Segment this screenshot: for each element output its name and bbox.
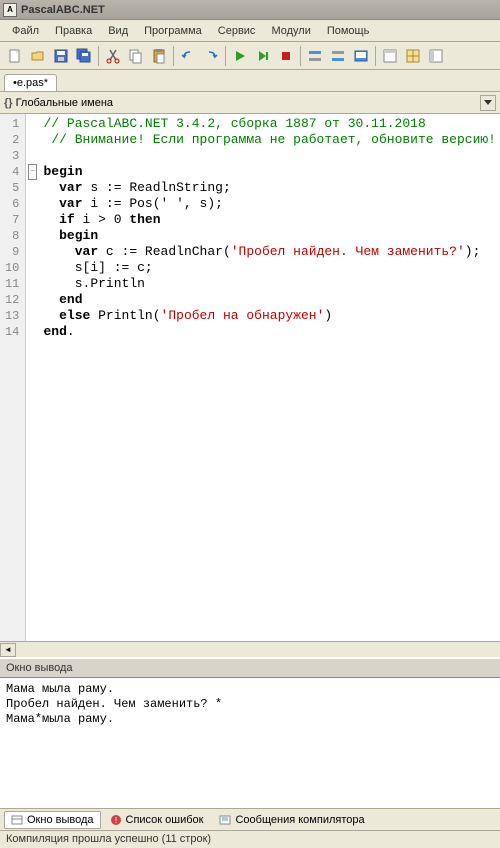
errors-icon: ! xyxy=(110,814,122,826)
tab-errors[interactable]: ! Список ошибок xyxy=(103,811,211,829)
output-icon xyxy=(11,814,23,826)
cut-button[interactable] xyxy=(102,45,124,67)
output-panel[interactable]: Мама мыла раму. Пробел найден. Чем замен… xyxy=(0,678,500,808)
save-all-button[interactable] xyxy=(73,45,95,67)
step-into-button[interactable] xyxy=(304,45,326,67)
terminal-button[interactable] xyxy=(350,45,372,67)
step-over-button[interactable] xyxy=(327,45,349,67)
bottom-tabbar: Окно вывода ! Список ошибок Сообщения ко… xyxy=(0,808,500,830)
tab-output-label: Окно вывода xyxy=(27,814,94,826)
tab-compiler[interactable]: Сообщения компилятора xyxy=(212,811,371,829)
compiler-icon xyxy=(219,814,231,826)
toolbar xyxy=(0,42,500,70)
scope-bar: {} Глобальные имена xyxy=(0,92,500,114)
chevron-down-icon xyxy=(484,100,492,106)
app-icon: A xyxy=(3,3,17,17)
scope-dropdown-button[interactable] xyxy=(480,95,496,111)
titlebar: A PascalABC.NET xyxy=(0,0,500,20)
copy-button[interactable] xyxy=(125,45,147,67)
tab-compiler-label: Сообщения компилятора xyxy=(235,814,364,826)
toolbar-sep xyxy=(375,46,376,66)
svg-text:!: ! xyxy=(114,816,116,825)
tabbar: •e.pas* xyxy=(0,70,500,92)
line-gutter: 123 456 789 101112 1314 xyxy=(0,114,26,641)
horizontal-scrollbar[interactable]: ◄ xyxy=(0,641,500,657)
scope-selector[interactable]: {} Глобальные имена xyxy=(4,97,113,109)
save-button[interactable] xyxy=(50,45,72,67)
grid-button[interactable] xyxy=(402,45,424,67)
brace-icon: {} xyxy=(4,97,13,109)
stop-button[interactable] xyxy=(275,45,297,67)
panel-button[interactable] xyxy=(425,45,447,67)
undo-button[interactable] xyxy=(177,45,199,67)
menubar: Файл Правка Вид Программа Сервис Модули … xyxy=(0,20,500,42)
code-editor[interactable]: 123 456 789 101112 1314 − // PascalABC.N… xyxy=(0,114,500,641)
code-area[interactable]: // PascalABC.NET 3.4.2, сборка 1887 от 3… xyxy=(40,114,500,641)
toolbar-sep xyxy=(300,46,301,66)
menu-file[interactable]: Файл xyxy=(4,23,47,39)
menu-help[interactable]: Помощь xyxy=(319,23,378,39)
fold-column: − xyxy=(26,114,39,641)
tab-output[interactable]: Окно вывода xyxy=(4,811,101,829)
menu-modules[interactable]: Модули xyxy=(263,23,318,39)
scroll-left-arrow[interactable]: ◄ xyxy=(0,643,16,657)
redo-button[interactable] xyxy=(200,45,222,67)
menu-view[interactable]: Вид xyxy=(100,23,136,39)
toolbar-sep xyxy=(98,46,99,66)
output-panel-header: Окно вывода xyxy=(0,657,500,678)
paste-button[interactable] xyxy=(148,45,170,67)
file-tab[interactable]: •e.pas* xyxy=(4,74,57,91)
toolbar-sep xyxy=(173,46,174,66)
run-button[interactable] xyxy=(229,45,251,67)
menu-service[interactable]: Сервис xyxy=(210,23,264,39)
tab-errors-label: Список ошибок xyxy=(126,814,204,826)
statusbar: Компиляция прошла успешно (11 строк) xyxy=(0,830,500,848)
new-file-button[interactable] xyxy=(4,45,26,67)
open-file-button[interactable] xyxy=(27,45,49,67)
toolbar-sep xyxy=(225,46,226,66)
window-title: PascalABC.NET xyxy=(21,4,105,16)
run-debug-button[interactable] xyxy=(252,45,274,67)
menu-edit[interactable]: Правка xyxy=(47,23,100,39)
scope-label: Глобальные имена xyxy=(16,97,114,109)
form-button[interactable] xyxy=(379,45,401,67)
fold-toggle[interactable]: − xyxy=(28,164,37,180)
menu-program[interactable]: Программа xyxy=(136,23,210,39)
